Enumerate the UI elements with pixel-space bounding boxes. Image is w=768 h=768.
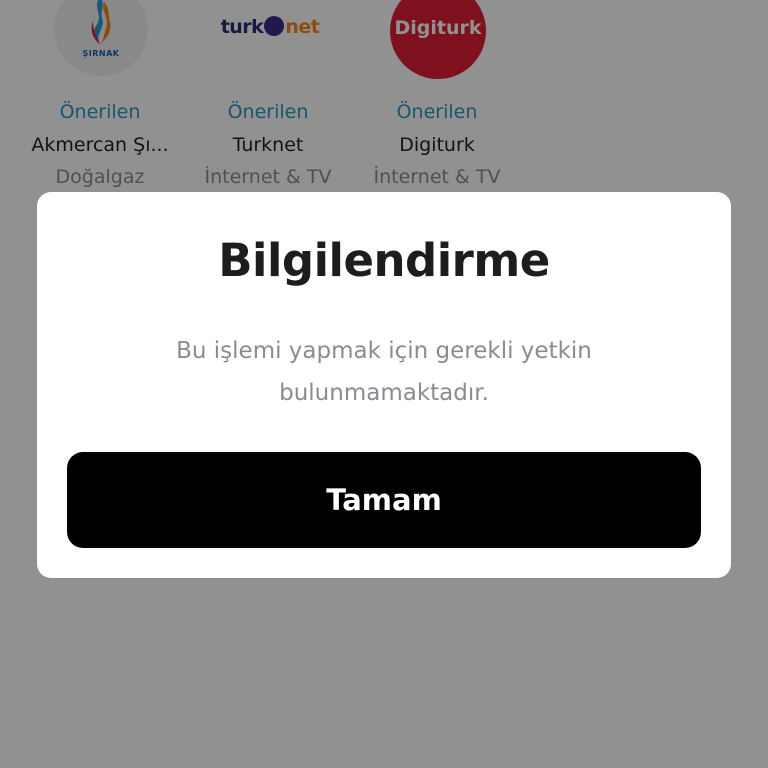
ok-button[interactable]: Tamam xyxy=(67,452,701,548)
info-dialog: Bilgilendirme Bu işlemi yapmak için gere… xyxy=(37,192,731,578)
dialog-message: Bu işlemi yapmak için gerekli yetkin bul… xyxy=(176,338,592,406)
dialog-title: Bilgilendirme xyxy=(218,234,550,287)
